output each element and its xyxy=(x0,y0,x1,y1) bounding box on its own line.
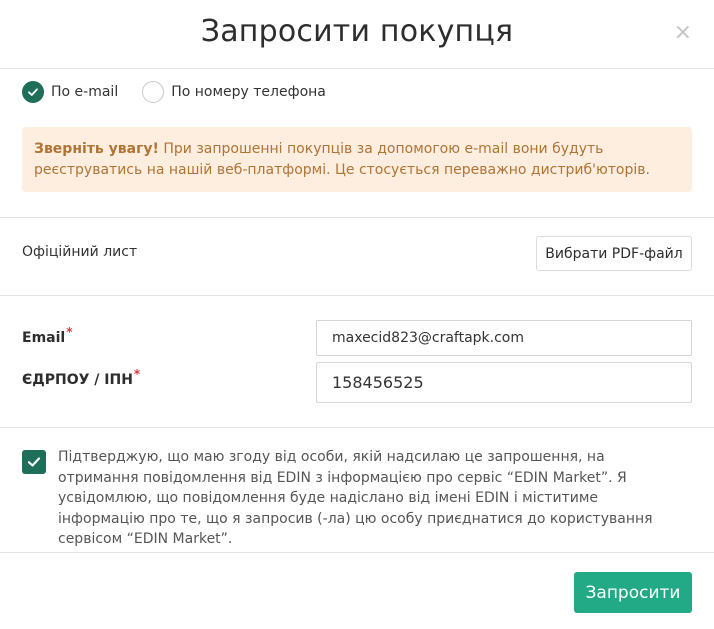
radio-by-email[interactable]: По e-mail xyxy=(22,81,118,103)
edrpou-value[interactable]: 158456525 xyxy=(332,373,424,392)
radio-by-phone[interactable]: По номеру телефона xyxy=(142,81,326,103)
radio-unchecked-icon[interactable] xyxy=(142,81,165,103)
radio-checked-icon[interactable] xyxy=(22,81,44,103)
edrpou-field[interactable]: 158456525 xyxy=(316,362,692,403)
consent-text: Підтверджую, що маю згоду від особи, які… xyxy=(58,449,653,547)
section-divider xyxy=(0,295,714,296)
checkmark-icon xyxy=(27,457,41,467)
edrpou-label-text: ЄДРПОУ / ІПН xyxy=(22,372,133,388)
section-divider xyxy=(0,427,714,428)
email-label: Email* xyxy=(22,325,72,346)
invite-buyer-modal: Запросити покупця × По e-mail По номеру … xyxy=(0,0,714,629)
radio-label-phone[interactable]: По номеру телефона xyxy=(171,84,326,100)
attention-notice: Зверніть увагу! При запрошенні покупців … xyxy=(22,127,692,192)
modal-header: Запросити покупця × xyxy=(0,0,714,69)
notice-title: Зверніть увагу! xyxy=(34,141,159,157)
email-label-text: Email xyxy=(22,330,66,346)
invite-button[interactable]: Запросити xyxy=(574,572,692,613)
edrpou-label: ЄДРПОУ / ІПН* xyxy=(22,367,140,388)
footer-divider xyxy=(0,552,714,553)
choose-pdf-button[interactable]: Вибрати PDF-файл xyxy=(536,236,692,271)
email-field[interactable]: maxecid823@craftapk.com xyxy=(316,320,692,356)
radio-label-email[interactable]: По e-mail xyxy=(51,84,118,100)
contact-method-group: По e-mail По номеру телефона xyxy=(22,80,350,104)
consent-checkbox[interactable] xyxy=(22,450,46,474)
email-value[interactable]: maxecid823@craftapk.com xyxy=(332,330,524,346)
modal-title: Запросити покупця xyxy=(200,14,514,49)
close-icon[interactable]: × xyxy=(674,22,692,44)
official-letter-label: Офіційний лист xyxy=(22,244,138,260)
required-mark: * xyxy=(133,367,141,381)
required-mark: * xyxy=(66,325,73,339)
section-divider xyxy=(0,217,714,218)
